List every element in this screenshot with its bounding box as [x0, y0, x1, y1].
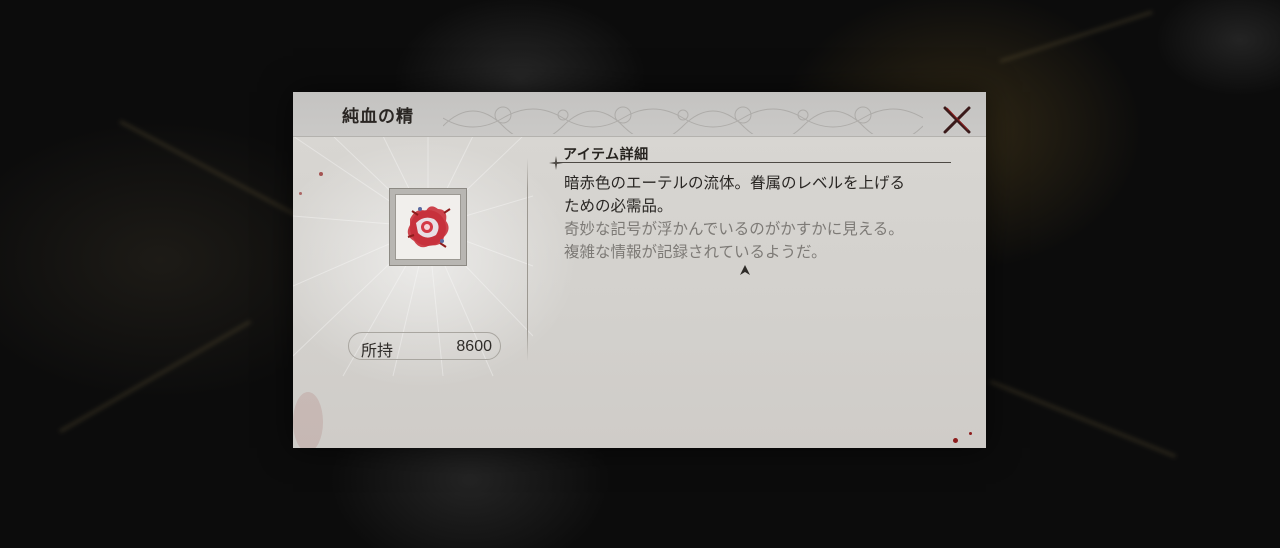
description-line: ための必需品。: [564, 197, 673, 215]
description-line: 奇妙な記号が浮かんでいるのがかすかに見える。: [564, 220, 904, 238]
background-streak: [989, 380, 1176, 458]
item-slot: [389, 188, 467, 266]
scroll-up-arrow-icon[interactable]: [739, 264, 751, 276]
section-underline: [555, 162, 951, 163]
dialog-header: 純血の精: [293, 92, 986, 137]
close-button[interactable]: [941, 104, 973, 136]
background-streak: [59, 320, 252, 433]
blood-splatter: [299, 192, 302, 195]
dialog-title: 純血の精: [342, 107, 414, 127]
description-line: 暗赤色のエーテルの流体。眷属のレベルを上げる: [564, 174, 906, 192]
background-streak: [999, 10, 1153, 63]
item-detail-dialog: 純血の精 所持 8600 アイテム詳細 暗赤色のエーテルの流体。眷属のレベルを上…: [293, 92, 986, 448]
blood-essence-icon: [407, 206, 451, 248]
vertical-divider: [527, 158, 528, 361]
item-glow-rays: [293, 136, 533, 377]
owned-count-row: 所持 8600: [348, 332, 501, 360]
blood-splatter: [953, 438, 958, 443]
header-ornament: [443, 106, 923, 134]
item-slot-frame: [395, 194, 461, 260]
owned-label: 所持: [361, 341, 394, 360]
game-background: 純血の精 所持 8600 アイテム詳細 暗赤色のエーテルの流体。眷属のレベルを上…: [0, 0, 1280, 548]
description-line: 複雑な情報が記録されているようだ。: [564, 243, 827, 261]
blood-splatter: [319, 172, 323, 176]
section-title: アイテム詳細: [563, 147, 649, 163]
blood-splatter: [293, 392, 323, 448]
blood-splatter: [969, 432, 972, 435]
sparkle-icon: [549, 156, 563, 170]
owned-count: 8600: [456, 338, 492, 355]
close-x-icon: [943, 106, 971, 134]
